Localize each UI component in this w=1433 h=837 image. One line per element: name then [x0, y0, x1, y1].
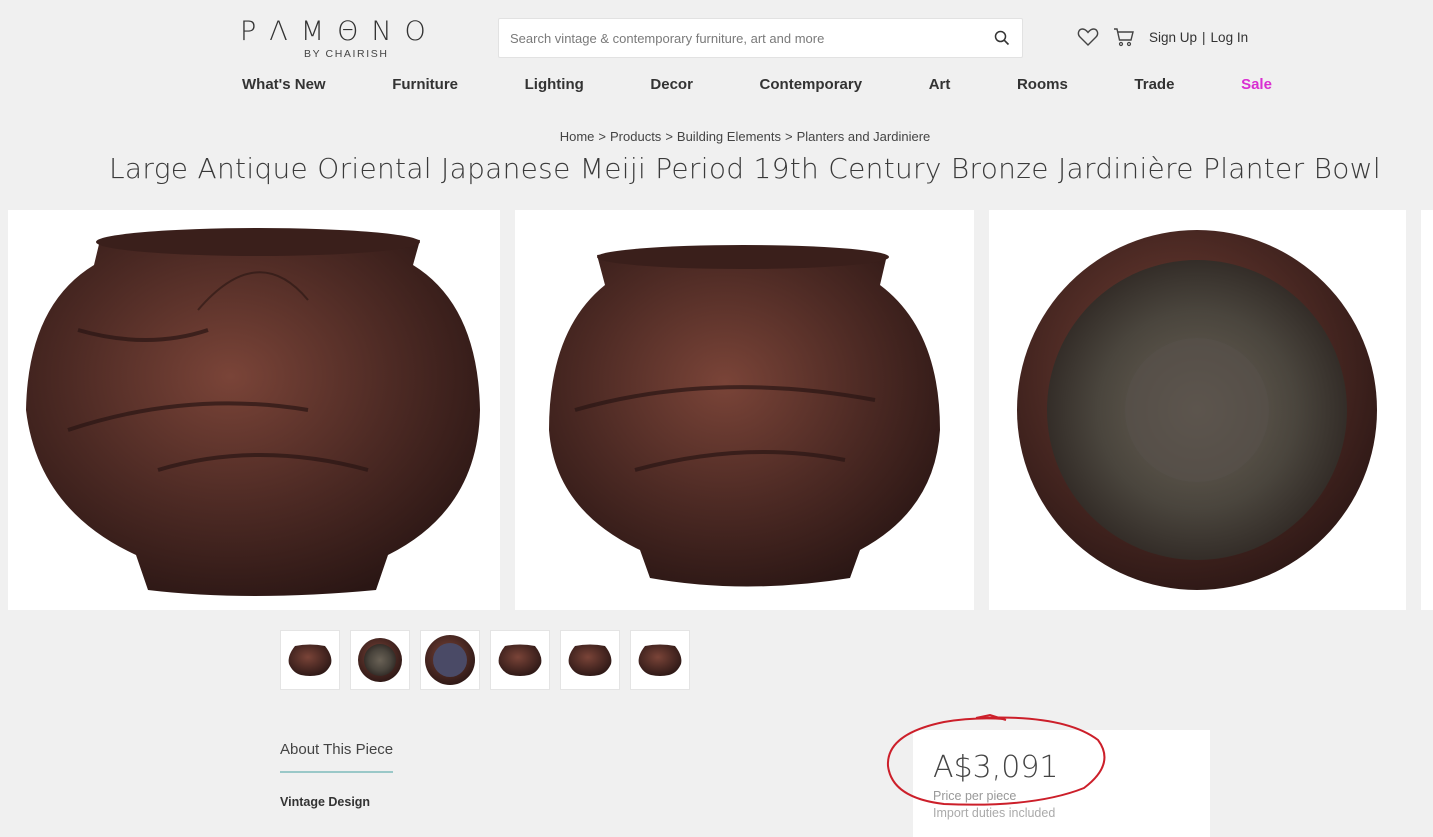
nav-contemporary[interactable]: Contemporary — [760, 76, 863, 93]
nav-rooms[interactable]: Rooms — [1017, 76, 1068, 93]
breadcrumb-planters[interactable]: Planters and Jardiniere — [797, 129, 931, 144]
logo-letter: N — [371, 15, 405, 47]
product-image-2[interactable] — [515, 210, 974, 610]
nav-art[interactable]: Art — [929, 76, 951, 93]
nav-furniture[interactable]: Furniture — [392, 76, 458, 93]
favorites-button[interactable] — [1077, 26, 1099, 48]
import-duties-note: Import duties included — [933, 806, 1056, 820]
nav-whats-new[interactable]: What's New — [242, 76, 326, 93]
thumbnail-3[interactable] — [420, 630, 480, 690]
logo-letter: Θ — [337, 15, 372, 47]
product-title: Large Antique Oriental Japanese Meiji Pe… — [109, 152, 1381, 185]
thumbnail-4[interactable] — [490, 630, 550, 690]
nav-lighting[interactable]: Lighting — [525, 76, 584, 93]
product-image-3[interactable] — [989, 210, 1406, 610]
breadcrumb-building-elements[interactable]: Building Elements — [677, 129, 781, 144]
search-input[interactable] — [499, 19, 982, 57]
search-bar — [498, 18, 1023, 58]
thumbnail-2[interactable] — [350, 630, 410, 690]
pamono-logo[interactable]: P Λ M Θ N O BY CHAIRISH — [240, 16, 445, 62]
cart-icon — [1114, 28, 1134, 47]
tab-about-this-piece[interactable]: About This Piece — [280, 741, 394, 773]
logo-letter: M — [300, 15, 338, 47]
logo-wordmark: P Λ M Θ N O — [240, 15, 445, 47]
nav-decor[interactable]: Decor — [650, 76, 693, 93]
logo-letter: Λ — [269, 15, 301, 47]
nav-sale[interactable]: Sale — [1241, 76, 1272, 93]
breadcrumb-separator: > — [598, 129, 606, 144]
design-label: Vintage Design — [280, 795, 371, 809]
product-image-4-partial[interactable] — [1421, 210, 1433, 610]
logo-letter: P — [240, 15, 270, 47]
search-button[interactable] — [982, 18, 1022, 58]
price-note: Price per piece — [933, 789, 1017, 803]
login-link[interactable]: Log In — [1211, 30, 1249, 45]
heart-icon — [1077, 28, 1099, 46]
price-value: A$3,091 — [933, 750, 1059, 785]
search-icon — [994, 30, 1010, 46]
thumbnail-1[interactable] — [280, 630, 340, 690]
logo-subtitle: BY CHAIRISH — [304, 48, 389, 60]
cart-button[interactable] — [1113, 26, 1135, 48]
main-nav: What's New Furniture Lighting Decor Cont… — [242, 76, 1272, 93]
thumbnail-5[interactable] — [560, 630, 620, 690]
logo-letter: O — [404, 15, 439, 47]
signup-link[interactable]: Sign Up — [1149, 30, 1197, 45]
auth-divider: | — [1202, 30, 1206, 45]
breadcrumb: Home > Products > Building Elements > Planters… — [0, 129, 1433, 144]
breadcrumb-separator: > — [784, 129, 793, 144]
thumbnail-strip — [280, 630, 690, 690]
thumbnail-6[interactable] — [630, 630, 690, 690]
breadcrumb-home[interactable]: Home — [560, 129, 595, 144]
breadcrumb-separator: > — [665, 129, 673, 144]
product-image-1[interactable] — [8, 210, 500, 610]
nav-trade[interactable]: Trade — [1134, 76, 1174, 93]
breadcrumb-products[interactable]: Products — [610, 129, 661, 144]
price-card: A$3,091 Price per piece Import duties in… — [913, 730, 1210, 837]
